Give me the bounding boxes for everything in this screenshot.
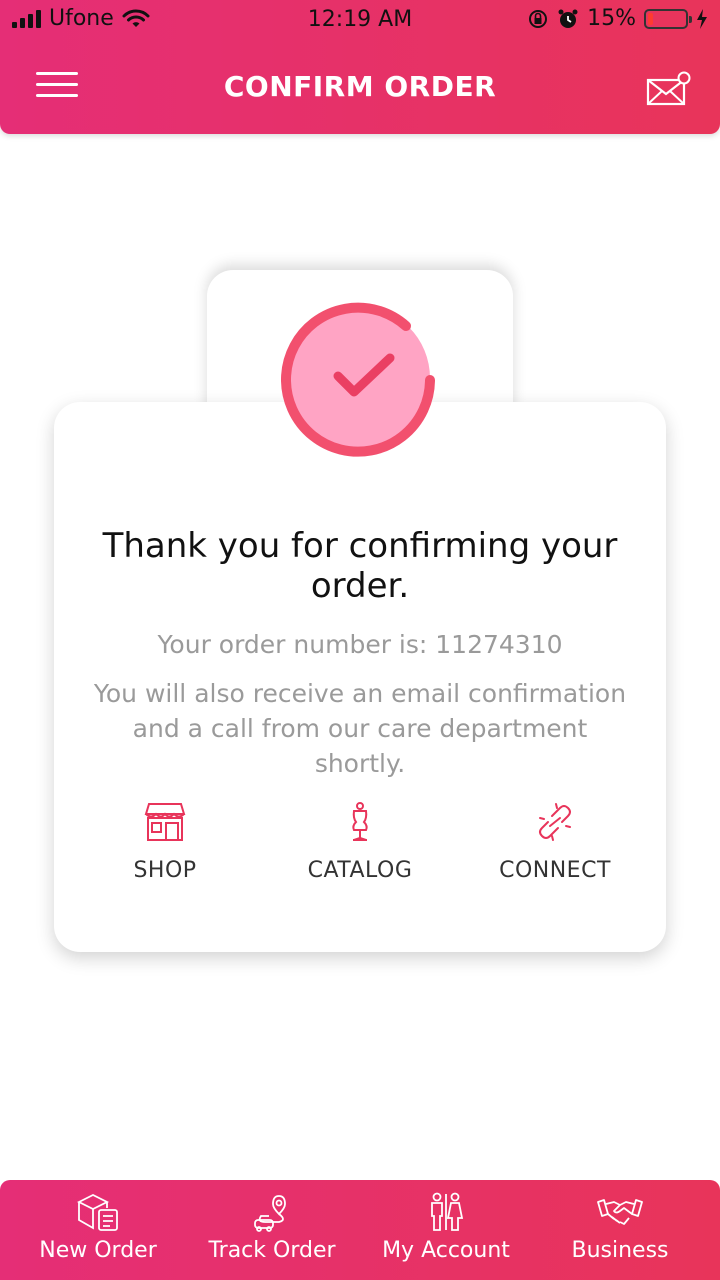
nav-business-label: Business — [571, 1238, 669, 1263]
handshake-icon — [597, 1199, 643, 1225]
quick-actions: SHOP CATALOG CONNECT — [68, 802, 652, 902]
nav-my-account-label: My Account — [382, 1238, 510, 1263]
rotation-lock-icon — [529, 9, 548, 28]
order-number-text: Your order number is: 11274310 — [157, 630, 563, 659]
alarm-icon — [558, 9, 578, 28]
confirmation-info-text: You will also receive an email confirmat… — [93, 679, 627, 778]
bottom-navigation: New Order Track Order My Account Busines… — [0, 1180, 720, 1280]
catalog-button[interactable]: CATALOG — [263, 802, 457, 883]
catalog-label: CATALOG — [307, 858, 413, 883]
mail-notification-icon[interactable] — [646, 70, 692, 108]
battery-percent: 15% — [587, 6, 636, 31]
connect-button[interactable]: CONNECT — [458, 802, 652, 883]
battery-icon — [644, 8, 692, 29]
nav-my-account[interactable]: My Account — [356, 1192, 536, 1263]
nav-new-order[interactable]: New Order — [8, 1192, 188, 1263]
nav-track-order-label: Track Order — [208, 1238, 336, 1263]
people-icon — [431, 1192, 464, 1231]
connect-label: CONNECT — [499, 858, 611, 883]
app-header: Ufone 12:19 AM 15% CONFIRM ORDER — [0, 0, 720, 134]
page-title: CONFIRM ORDER — [223, 70, 497, 103]
storefront-icon — [144, 803, 186, 841]
status-bar: Ufone 12:19 AM 15% — [0, 0, 720, 40]
nav-track-order[interactable]: Track Order — [182, 1192, 362, 1263]
nav-new-order-label: New Order — [39, 1238, 157, 1263]
charging-bolt-icon — [697, 8, 707, 29]
link-icon — [539, 803, 571, 841]
route-pin-icon — [254, 1195, 286, 1232]
box-checklist-icon — [76, 1193, 118, 1231]
confirmation-heading: Thank you for confirming your order. — [102, 526, 618, 606]
shop-label: SHOP — [133, 858, 197, 883]
mannequin-icon — [352, 802, 368, 841]
checkmark-circle-icon — [281, 302, 435, 457]
shop-button[interactable]: SHOP — [68, 802, 262, 883]
nav-business[interactable]: Business — [530, 1192, 710, 1263]
